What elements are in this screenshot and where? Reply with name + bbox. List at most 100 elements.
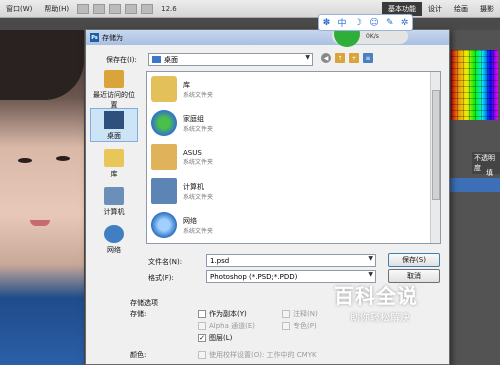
place-library[interactable]: 库 <box>90 149 138 179</box>
list-item[interactable]: 网络 系统文件夹 <box>151 212 213 238</box>
scrollbar-thumb[interactable] <box>432 90 440 200</box>
new-folder-icon[interactable]: + <box>349 53 359 63</box>
place-label: 最近访问的位置 <box>93 91 135 109</box>
storage-label: 存储: <box>130 310 147 318</box>
save-in-value: 桌面 <box>164 55 178 64</box>
filename-input[interactable]: 1.psd ▼ <box>206 254 376 267</box>
gear-icon[interactable]: ✲ <box>401 18 409 28</box>
speed-text: 0K/s <box>366 32 379 40</box>
place-label: 桌面 <box>107 132 121 140</box>
checkbox-box[interactable] <box>198 322 206 330</box>
library-folder-icon <box>151 76 177 102</box>
list-item[interactable]: 家庭组 系统文件夹 <box>151 110 213 136</box>
as-copy-checkbox[interactable]: 作为副本(Y) <box>198 309 247 319</box>
selected-layer[interactable] <box>447 178 500 192</box>
toolbar-icon[interactable] <box>93 3 106 14</box>
photoshop-icon: Ps <box>90 33 99 42</box>
places-bar: 最近访问的位置 桌面 库 计算机 网络 <box>90 70 138 285</box>
computer-icon <box>104 187 124 205</box>
file-name: 计算机 <box>183 182 204 191</box>
menu-help[interactable]: 帮助(H) <box>38 4 75 14</box>
checkbox-box[interactable] <box>198 310 206 318</box>
checkbox-box[interactable] <box>198 351 206 359</box>
file-list[interactable]: 库 系统文件夹 家庭组 系统文件夹 ASUS 系统文件夹 计算机 系统文件夹 网… <box>146 71 441 244</box>
file-name: ASUS <box>183 148 202 157</box>
option-label: 图层(L) <box>209 334 233 342</box>
color-label: 颜色: <box>130 351 147 359</box>
file-type: 系统文件夹 <box>183 158 214 166</box>
chevron-down-icon: ▼ <box>368 271 373 278</box>
desktop-icon <box>104 111 124 129</box>
place-recent[interactable]: 最近访问的位置 <box>90 70 138 110</box>
workspace-painting[interactable]: 绘画 <box>448 4 474 14</box>
view-menu-icon[interactable]: ≡ <box>363 53 373 63</box>
file-name: 家庭组 <box>183 114 204 123</box>
save-options-label: 存储选项 <box>130 299 158 307</box>
alpha-checkbox[interactable]: Alpha 通道(E) <box>198 321 255 331</box>
user-folder-icon <box>151 144 177 170</box>
recent-places-icon <box>104 70 124 88</box>
smile-icon[interactable]: ☺ <box>369 18 378 28</box>
workspace-photography[interactable]: 摄影 <box>474 4 500 14</box>
watermark-logo: 百科全说 <box>334 284 418 308</box>
network-icon <box>104 225 124 243</box>
list-item[interactable]: ASUS 系统文件夹 <box>151 144 213 170</box>
pen-icon[interactable]: ✎ <box>386 18 394 28</box>
checkbox-box[interactable] <box>282 310 290 318</box>
watermark-subtitle: 助你轻松解决 <box>350 313 410 324</box>
photo-canvas[interactable] <box>0 30 84 365</box>
spot-checkbox[interactable]: 专色(P) <box>282 321 317 331</box>
layers-checkbox[interactable]: ✓ 图层(L) <box>198 333 232 343</box>
place-desktop[interactable]: 桌面 <box>90 108 138 142</box>
workspace-design[interactable]: 设计 <box>422 4 448 14</box>
option-label: 注释(N) <box>293 310 318 318</box>
photo-mouth <box>30 220 50 226</box>
proof-setup-checkbox[interactable]: 使用校样设置(O): 工作中的 CMYK <box>198 350 317 360</box>
toolbar-icon[interactable] <box>77 3 90 14</box>
option-label: 使用校样设置(O): 工作中的 CMYK <box>209 351 317 359</box>
zoom-value[interactable]: 12.6 <box>161 5 177 13</box>
swatches-grid <box>451 50 498 120</box>
up-folder-icon[interactable]: ↑ <box>335 53 345 63</box>
toolbar-icon[interactable] <box>125 3 138 14</box>
place-network[interactable]: 网络 <box>90 225 138 255</box>
back-icon[interactable]: ◀ <box>321 53 331 63</box>
checkmark-icon[interactable]: ✓ <box>198 334 206 342</box>
save-in-label: 保存在(I): <box>106 56 137 64</box>
nav-toolbar: ◀ ↑ + ≡ <box>321 53 373 63</box>
library-icon <box>104 149 124 167</box>
photo-eye <box>18 158 32 163</box>
notes-checkbox[interactable]: 注释(N) <box>282 309 318 319</box>
save-button[interactable]: 保存(S) <box>388 253 440 267</box>
filename-value: 1.psd <box>210 256 230 265</box>
save-in-combo[interactable]: 桌面 ▼ <box>148 53 313 66</box>
place-label: 库 <box>110 170 118 178</box>
list-item[interactable]: 库 系统文件夹 <box>151 76 213 102</box>
format-label: 格式(F): <box>148 274 174 282</box>
chevron-down-icon: ▼ <box>305 54 310 61</box>
option-label: 专色(P) <box>293 322 317 330</box>
place-computer[interactable]: 计算机 <box>90 187 138 217</box>
paw-icon[interactable]: ✽ <box>323 18 331 28</box>
ime-toolbar[interactable]: ✽ 中 ☽ ☺ ✎ ✲ <box>318 14 413 31</box>
place-label: 计算机 <box>103 208 125 216</box>
option-label: 作为副本(Y) <box>209 310 247 318</box>
desktop-icon <box>152 56 161 63</box>
file-type: 系统文件夹 <box>183 227 214 235</box>
chevron-down-icon: ▼ <box>368 255 373 262</box>
dialog-title: 存储为 <box>102 33 123 42</box>
ime-lang[interactable]: 中 <box>338 16 347 29</box>
moon-icon[interactable]: ☽ <box>354 18 362 28</box>
photo-hair <box>0 30 84 100</box>
network-icon <box>151 212 177 238</box>
menu-window[interactable]: 窗口(W) <box>0 4 38 14</box>
filename-label: 文件名(N): <box>148 258 183 266</box>
checkbox-box[interactable] <box>282 322 290 330</box>
file-type: 系统文件夹 <box>183 125 214 133</box>
toolbar-icon[interactable] <box>141 3 154 14</box>
list-item[interactable]: 计算机 系统文件夹 <box>151 178 213 204</box>
file-list-scrollbar[interactable] <box>430 72 440 243</box>
toolbar-icon[interactable] <box>109 3 122 14</box>
photoshop-menubar: 窗口(W) 帮助(H) 12.6 基本功能 设计 绘画 摄影 <box>0 0 500 18</box>
option-label: Alpha 通道(E) <box>209 322 256 330</box>
